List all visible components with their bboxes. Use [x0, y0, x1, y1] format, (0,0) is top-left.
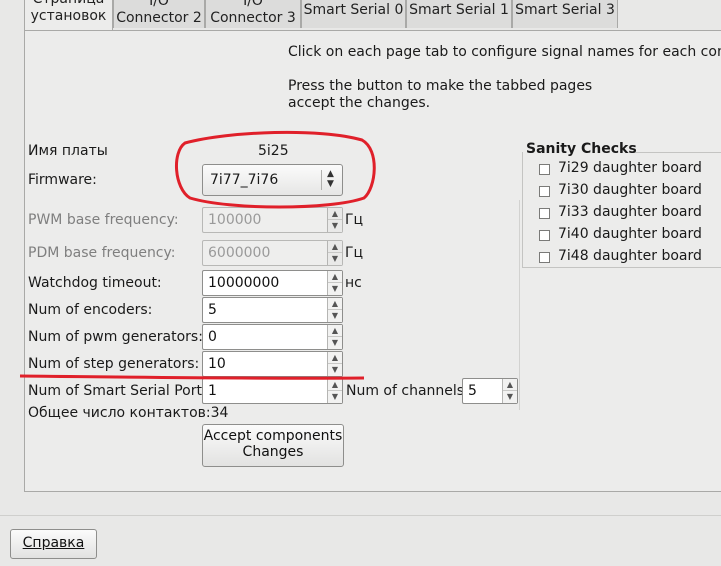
- red-annotation-overlay: [19, 130, 376, 380]
- red-ellipse-annotation: [174, 130, 376, 209]
- red-underline-annotation: [19, 374, 365, 380]
